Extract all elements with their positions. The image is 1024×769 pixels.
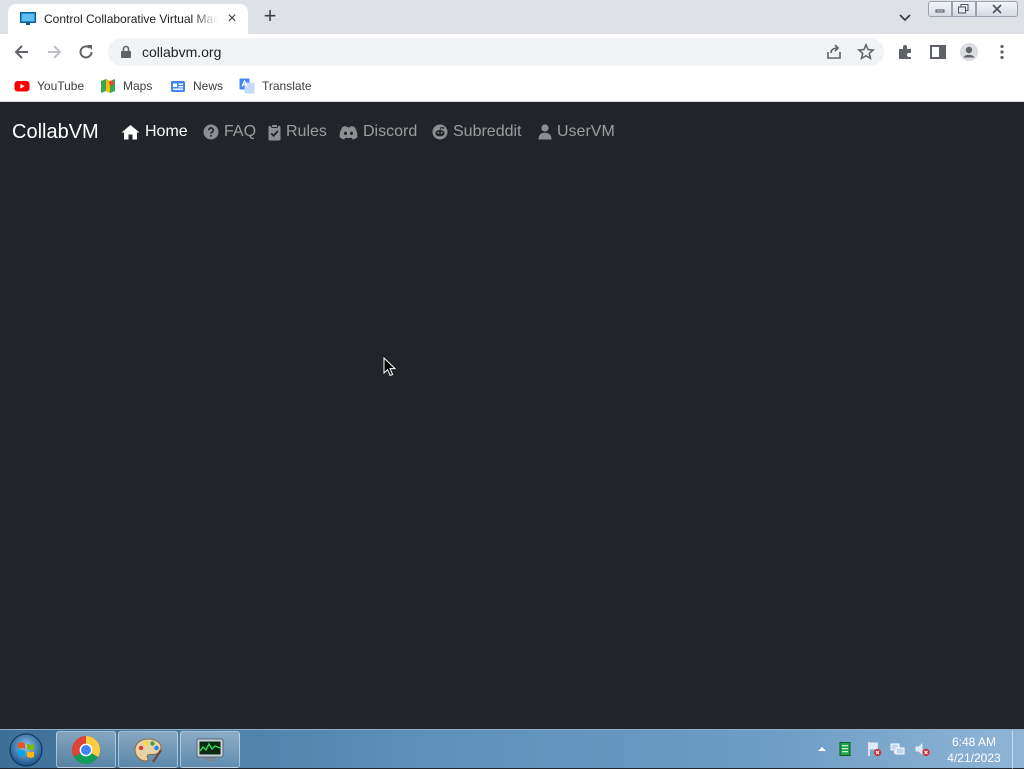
taskbar-chrome-button[interactable] bbox=[56, 731, 116, 768]
forward-button[interactable] bbox=[42, 40, 66, 64]
youtube-icon bbox=[14, 81, 30, 92]
clock-time: 6:48 AM bbox=[951, 735, 997, 749]
nav-label: Rules bbox=[286, 123, 327, 140]
windows-taskbar: 6:48 AM 4/21/2023 bbox=[0, 729, 1024, 769]
reddit-icon bbox=[432, 124, 448, 140]
bookmark-label: YouTube bbox=[37, 79, 85, 93]
url-text[interactable]: collabvm.org bbox=[142, 44, 221, 60]
user-icon bbox=[538, 124, 552, 140]
lock-icon[interactable] bbox=[120, 45, 132, 59]
nav-label: UserVM bbox=[557, 123, 615, 140]
bookmark-star-icon[interactable] bbox=[857, 43, 875, 61]
translate-icon bbox=[239, 78, 255, 94]
tab-strip: Control Collaborative Virtual Machines! … bbox=[0, 0, 1024, 34]
tab-close-icon[interactable]: × bbox=[224, 11, 240, 27]
bookmark-news[interactable]: News bbox=[170, 76, 223, 96]
browser-toolbar: collabvm.org bbox=[0, 34, 1024, 70]
bookmark-label: Maps bbox=[123, 79, 153, 93]
side-panel-icon[interactable] bbox=[929, 43, 947, 61]
clock-date: 4/21/2023 bbox=[947, 751, 1001, 765]
tab-title: Control Collaborative Virtual Machines! bbox=[44, 12, 218, 26]
collabvm-page: CollabVM Home FAQ Rules Discord Subreddi… bbox=[0, 103, 1024, 729]
profile-avatar-icon[interactable] bbox=[959, 42, 979, 62]
bookmark-label: Translate bbox=[262, 79, 312, 93]
minimize-button[interactable] bbox=[928, 1, 952, 17]
taskbar-clock[interactable]: 6:48 AM 4/21/2023 bbox=[942, 734, 1006, 766]
reload-button[interactable] bbox=[74, 40, 98, 64]
nav-label: Subreddit bbox=[453, 123, 522, 140]
back-arrow-icon bbox=[14, 45, 28, 59]
nav-label: Discord bbox=[363, 123, 418, 140]
nav-label: FAQ bbox=[224, 123, 257, 140]
tray-app-icon[interactable] bbox=[837, 741, 853, 757]
forward-arrow-icon bbox=[48, 45, 62, 59]
nav-uservm[interactable]: UserVM bbox=[538, 123, 615, 141]
task-manager-icon bbox=[196, 738, 224, 761]
nav-discord[interactable]: Discord bbox=[339, 123, 417, 141]
bookmark-maps[interactable]: Maps bbox=[100, 76, 152, 96]
show-hidden-icons-chevron-icon[interactable] bbox=[814, 741, 830, 757]
mouse-cursor-icon bbox=[383, 357, 397, 377]
address-bar[interactable]: collabvm.org bbox=[108, 38, 884, 66]
bookmark-youtube[interactable]: YouTube bbox=[14, 76, 84, 96]
minimize-icon bbox=[935, 9, 945, 13]
bookmark-translate[interactable]: Translate bbox=[239, 76, 312, 96]
volume-muted-icon[interactable] bbox=[914, 741, 930, 757]
clipboard-check-icon bbox=[268, 123, 281, 140]
show-desktop-button[interactable] bbox=[1012, 730, 1024, 769]
site-brand[interactable]: CollabVM bbox=[12, 121, 99, 144]
nav-subreddit[interactable]: Subreddit bbox=[432, 123, 522, 141]
bookmark-label: News bbox=[193, 79, 224, 93]
monitor-favicon-icon bbox=[20, 12, 36, 25]
paint-palette-icon bbox=[134, 737, 162, 763]
nav-faq[interactable]: FAQ bbox=[203, 123, 256, 141]
taskbar-task-manager-button[interactable] bbox=[180, 731, 240, 768]
close-icon bbox=[992, 4, 1002, 14]
restore-icon bbox=[958, 4, 969, 14]
start-orb-icon[interactable] bbox=[6, 731, 46, 769]
maps-icon bbox=[101, 79, 115, 93]
nav-label: Home bbox=[145, 123, 188, 140]
back-button[interactable] bbox=[10, 40, 34, 64]
news-icon bbox=[171, 81, 185, 92]
bookmarks-bar: YouTube Maps News Translate bbox=[0, 70, 1024, 102]
action-center-flag-icon[interactable] bbox=[866, 741, 882, 757]
browser-tab[interactable]: Control Collaborative Virtual Machines! … bbox=[8, 4, 248, 34]
kebab-menu-icon[interactable] bbox=[994, 43, 1010, 61]
network-icon[interactable] bbox=[890, 741, 906, 757]
taskbar-paint-button[interactable] bbox=[118, 731, 178, 768]
new-tab-button[interactable]: + bbox=[259, 5, 281, 28]
discord-icon bbox=[339, 125, 358, 139]
nav-home[interactable]: Home bbox=[121, 123, 188, 141]
home-icon bbox=[121, 125, 140, 140]
extensions-puzzle-icon[interactable] bbox=[897, 43, 915, 61]
restore-button[interactable] bbox=[952, 1, 976, 17]
question-circle-icon bbox=[203, 124, 219, 140]
tab-search-chevron-icon[interactable] bbox=[896, 8, 914, 26]
reload-icon bbox=[79, 45, 93, 59]
share-icon[interactable] bbox=[825, 43, 843, 61]
nav-rules[interactable]: Rules bbox=[268, 123, 327, 141]
chrome-icon bbox=[72, 735, 100, 764]
close-window-button[interactable] bbox=[976, 1, 1018, 17]
